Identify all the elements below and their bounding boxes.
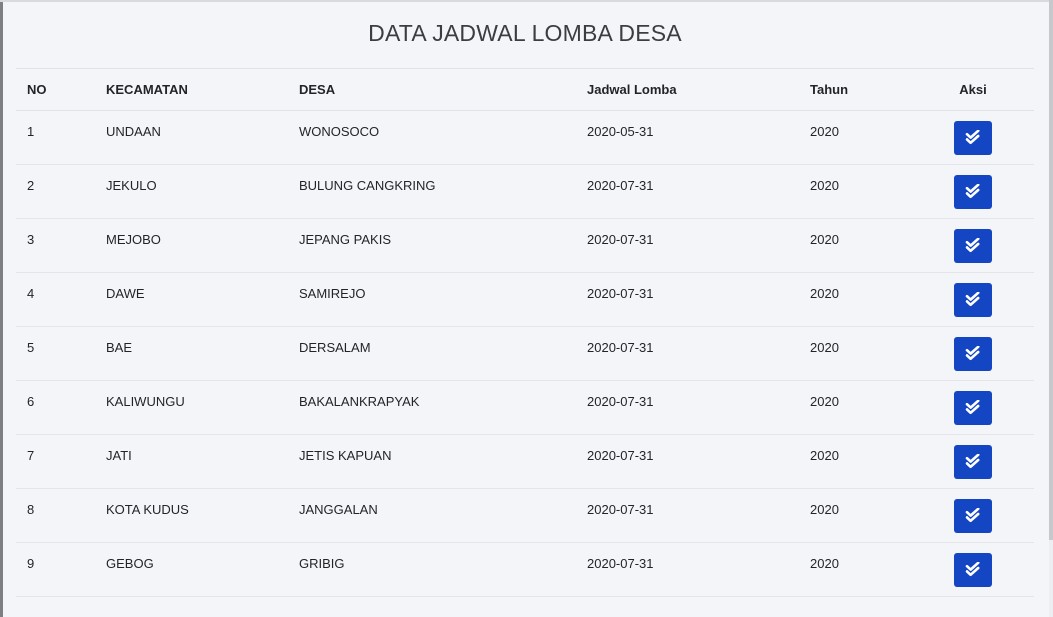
double-check-icon bbox=[965, 454, 980, 469]
page-title: DATA JADWAL LOMBA DESA bbox=[16, 2, 1034, 69]
cell-no: 7 bbox=[16, 434, 95, 489]
header-jadwal-lomba: Jadwal Lomba bbox=[576, 69, 799, 111]
table-body: 1 UNDAAN WONOSOCO 2020-05-31 2020 2 JEKULO BULU… bbox=[16, 110, 1034, 597]
cell-jadwal-lomba: 2020-07-31 bbox=[576, 164, 799, 219]
cell-no: 8 bbox=[16, 488, 95, 543]
cell-aksi bbox=[912, 488, 1034, 543]
cell-desa: BAKALANKRAPYAK bbox=[288, 380, 576, 435]
cell-kecamatan: KOTA KUDUS bbox=[95, 488, 288, 543]
cell-tahun: 2020 bbox=[799, 488, 912, 543]
cell-tahun: 2020 bbox=[799, 164, 912, 219]
cell-tahun: 2020 bbox=[799, 542, 912, 597]
table-row: 9 GEBOG GRIBIG 2020-07-31 2020 bbox=[16, 542, 1034, 597]
cell-aksi bbox=[912, 380, 1034, 435]
cell-desa: JEPANG PAKIS bbox=[288, 218, 576, 273]
double-check-icon bbox=[965, 346, 980, 361]
cell-tahun: 2020 bbox=[799, 434, 912, 489]
cell-no: 1 bbox=[16, 110, 95, 165]
verify-button[interactable] bbox=[954, 337, 992, 371]
double-check-icon bbox=[965, 292, 980, 307]
double-check-icon bbox=[965, 400, 980, 415]
cell-no: 2 bbox=[16, 164, 95, 219]
cell-tahun: 2020 bbox=[799, 218, 912, 273]
cell-desa: BULUNG CANGKRING bbox=[288, 164, 576, 219]
cell-tahun: 2020 bbox=[799, 326, 912, 381]
header-no: NO bbox=[16, 69, 95, 111]
cell-jadwal-lomba: 2020-07-31 bbox=[576, 218, 799, 273]
header-kecamatan: KECAMATAN bbox=[95, 69, 288, 111]
cell-kecamatan: BAE bbox=[95, 326, 288, 381]
cell-tahun: 2020 bbox=[799, 380, 912, 435]
cell-no: 3 bbox=[16, 218, 95, 273]
cell-kecamatan: KALIWUNGU bbox=[95, 380, 288, 435]
cell-kecamatan: JATI bbox=[95, 434, 288, 489]
cell-desa: GRIBIG bbox=[288, 542, 576, 597]
scrollbar-thumb[interactable] bbox=[1049, 0, 1053, 540]
header-aksi: Aksi bbox=[912, 69, 1034, 111]
cell-jadwal-lomba: 2020-07-31 bbox=[576, 272, 799, 327]
cell-aksi bbox=[912, 218, 1034, 273]
vertical-scrollbar[interactable] bbox=[1049, 0, 1053, 617]
header-desa: DESA bbox=[288, 69, 576, 111]
double-check-icon bbox=[965, 130, 980, 145]
verify-button[interactable] bbox=[954, 445, 992, 479]
table-header: NO KECAMATAN DESA Jadwal Lomba Tahun Aks… bbox=[16, 69, 1034, 111]
cell-kecamatan: MEJOBO bbox=[95, 218, 288, 273]
cell-desa: WONOSOCO bbox=[288, 110, 576, 165]
cell-jadwal-lomba: 2020-07-31 bbox=[576, 434, 799, 489]
cell-desa: SAMIREJO bbox=[288, 272, 576, 327]
window-left-edge bbox=[0, 0, 3, 617]
double-check-icon bbox=[965, 562, 980, 577]
cell-aksi bbox=[912, 272, 1034, 327]
table-row: 6 KALIWUNGU BAKALANKRAPYAK 2020-07-31 2020 bbox=[16, 380, 1034, 435]
table-row: 2 JEKULO BULUNG CANGKRING 2020-07-31 2020 bbox=[16, 164, 1034, 219]
table-row: 7 JATI JETIS KAPUAN 2020-07-31 2020 bbox=[16, 434, 1034, 489]
cell-jadwal-lomba: 2020-07-31 bbox=[576, 542, 799, 597]
double-check-icon bbox=[965, 184, 980, 199]
cell-kecamatan: JEKULO bbox=[95, 164, 288, 219]
cell-jadwal-lomba: 2020-07-31 bbox=[576, 380, 799, 435]
cell-no: 6 bbox=[16, 380, 95, 435]
cell-no: 4 bbox=[16, 272, 95, 327]
table-row: 8 KOTA KUDUS JANGGALAN 2020-07-31 2020 bbox=[16, 488, 1034, 543]
cell-aksi bbox=[912, 434, 1034, 489]
schedule-table: NO KECAMATAN DESA Jadwal Lomba Tahun Aks… bbox=[16, 69, 1034, 597]
cell-desa: JANGGALAN bbox=[288, 488, 576, 543]
cell-no: 5 bbox=[16, 326, 95, 381]
schedule-card: DATA JADWAL LOMBA DESA NO KECAMATAN DESA… bbox=[16, 2, 1034, 617]
cell-jadwal-lomba: 2020-07-31 bbox=[576, 488, 799, 543]
double-check-icon bbox=[965, 508, 980, 523]
header-tahun: Tahun bbox=[799, 69, 912, 111]
verify-button[interactable] bbox=[954, 175, 992, 209]
cell-aksi bbox=[912, 542, 1034, 597]
cell-aksi bbox=[912, 164, 1034, 219]
table-row: 5 BAE DERSALAM 2020-07-31 2020 bbox=[16, 326, 1034, 381]
cell-aksi bbox=[912, 110, 1034, 165]
table-row: 4 DAWE SAMIREJO 2020-07-31 2020 bbox=[16, 272, 1034, 327]
cell-desa: JETIS KAPUAN bbox=[288, 434, 576, 489]
cell-tahun: 2020 bbox=[799, 272, 912, 327]
table-row: 3 MEJOBO JEPANG PAKIS 2020-07-31 2020 bbox=[16, 218, 1034, 273]
verify-button[interactable] bbox=[954, 391, 992, 425]
table-row: 1 UNDAAN WONOSOCO 2020-05-31 2020 bbox=[16, 110, 1034, 165]
verify-button[interactable] bbox=[954, 553, 992, 587]
cell-kecamatan: DAWE bbox=[95, 272, 288, 327]
verify-button[interactable] bbox=[954, 283, 992, 317]
double-check-icon bbox=[965, 238, 980, 253]
cell-jadwal-lomba: 2020-05-31 bbox=[576, 110, 799, 165]
table-header-row: NO KECAMATAN DESA Jadwal Lomba Tahun Aks… bbox=[16, 69, 1034, 111]
cell-desa: DERSALAM bbox=[288, 326, 576, 381]
cell-kecamatan: GEBOG bbox=[95, 542, 288, 597]
verify-button[interactable] bbox=[954, 499, 992, 533]
verify-button[interactable] bbox=[954, 229, 992, 263]
cell-aksi bbox=[912, 326, 1034, 381]
cell-no: 9 bbox=[16, 542, 95, 597]
cell-tahun: 2020 bbox=[799, 110, 912, 165]
cell-kecamatan: UNDAAN bbox=[95, 110, 288, 165]
verify-button[interactable] bbox=[954, 121, 992, 155]
cell-jadwal-lomba: 2020-07-31 bbox=[576, 326, 799, 381]
